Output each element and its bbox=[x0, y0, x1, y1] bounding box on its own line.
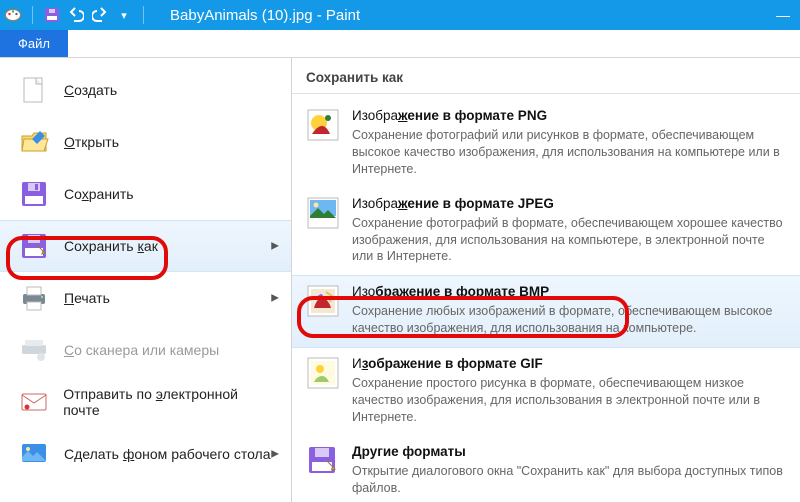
menu-label: Открыть bbox=[64, 134, 119, 150]
undo-icon[interactable] bbox=[67, 6, 85, 24]
menu-create[interactable]: Создать bbox=[0, 64, 291, 116]
jpeg-icon bbox=[306, 196, 340, 230]
app-icon bbox=[4, 6, 22, 24]
save-icon[interactable] bbox=[43, 6, 61, 24]
format-title: Другие форматы bbox=[352, 444, 786, 459]
minimize-icon[interactable]: — bbox=[776, 7, 790, 23]
file-backstage: Создать Открыть Сохранить Сохранить как … bbox=[0, 58, 800, 502]
bmp-icon bbox=[306, 284, 340, 318]
title-appname: Paint bbox=[326, 7, 360, 24]
menu-save[interactable]: Сохранить bbox=[0, 168, 291, 220]
menu-label: Создать bbox=[64, 82, 117, 98]
format-title: Изображение в формате PNG bbox=[352, 108, 786, 123]
format-desc: Открытие диалогового окна "Сохранить как… bbox=[352, 463, 786, 497]
save-as-submenu: Сохранить как Изображение в формате PNG … bbox=[292, 58, 800, 502]
menu-print[interactable]: Печать ▶ bbox=[0, 272, 291, 324]
quick-access-toolbar: ▾ bbox=[4, 6, 148, 24]
format-other[interactable]: Другие форматы Открытие диалогового окна… bbox=[292, 436, 800, 502]
new-file-icon bbox=[18, 74, 50, 106]
chevron-right-icon: ▶ bbox=[271, 449, 279, 460]
file-tab-label: Файл bbox=[18, 36, 50, 51]
window-title: BabyAnimals (10).jpg - Paint bbox=[166, 7, 776, 24]
format-gif[interactable]: Изображение в формате GIF Сохранение про… bbox=[292, 348, 800, 436]
format-desc: Сохранение фотографий или рисунков в фор… bbox=[352, 127, 786, 178]
save-disk-icon bbox=[18, 178, 50, 210]
save-as-icon bbox=[18, 230, 50, 262]
gif-icon bbox=[306, 356, 340, 390]
envelope-icon bbox=[18, 386, 49, 418]
file-tab[interactable]: Файл bbox=[0, 30, 68, 57]
menu-from-scanner: Со сканера или камеры bbox=[0, 324, 291, 376]
file-menu: Создать Открыть Сохранить Сохранить как … bbox=[0, 58, 292, 502]
printer-icon bbox=[18, 282, 50, 314]
format-desc: Сохранение фотографий в формате, обеспеч… bbox=[352, 215, 786, 266]
format-png[interactable]: Изображение в формате PNG Сохранение фот… bbox=[292, 100, 800, 188]
menu-set-wallpaper[interactable]: Сделать фоном рабочего стола ▶ bbox=[0, 428, 291, 480]
submenu-header: Сохранить как bbox=[292, 66, 800, 94]
other-formats-icon bbox=[306, 444, 340, 478]
format-title: Изображение в формате GIF bbox=[352, 356, 786, 371]
menu-label: Отправить по электронной почте bbox=[63, 386, 273, 418]
menu-open[interactable]: Открыть bbox=[0, 116, 291, 168]
ribbon-tabbar: Файл bbox=[0, 30, 800, 58]
titlebar: ▾ BabyAnimals (10).jpg - Paint — bbox=[0, 0, 800, 30]
menu-label: Сделать фоном рабочего стола bbox=[64, 446, 271, 462]
window-buttons: — bbox=[776, 7, 796, 23]
format-desc: Сохранение любых изображений в формате, … bbox=[352, 303, 786, 337]
redo-icon[interactable] bbox=[91, 6, 109, 24]
chevron-right-icon: ▶ bbox=[271, 241, 279, 252]
format-desc: Сохранение простого рисунка в формате, о… bbox=[352, 375, 786, 426]
chevron-right-icon: ▶ bbox=[271, 293, 279, 304]
menu-label: Со сканера или камеры bbox=[64, 342, 219, 358]
menu-label: Сохранить как bbox=[64, 238, 158, 254]
wallpaper-icon bbox=[18, 438, 50, 470]
title-filename: BabyAnimals (10).jpg bbox=[170, 7, 313, 24]
qat-customize-icon[interactable]: ▾ bbox=[115, 6, 133, 24]
format-title: Изображение в формате JPEG bbox=[352, 196, 786, 211]
open-folder-icon bbox=[18, 126, 50, 158]
png-icon bbox=[306, 108, 340, 142]
format-bmp[interactable]: Изображение в формате BMP Сохранение люб… bbox=[292, 275, 800, 348]
menu-save-as[interactable]: Сохранить как ▶ bbox=[0, 220, 291, 272]
format-jpeg[interactable]: Изображение в формате JPEG Сохранение фо… bbox=[292, 188, 800, 276]
format-title: Изображение в формате BMP bbox=[352, 284, 786, 299]
menu-label: Печать bbox=[64, 290, 110, 306]
menu-send-email[interactable]: Отправить по электронной почте bbox=[0, 376, 291, 428]
menu-label: Сохранить bbox=[64, 186, 134, 202]
scanner-icon bbox=[18, 334, 50, 366]
